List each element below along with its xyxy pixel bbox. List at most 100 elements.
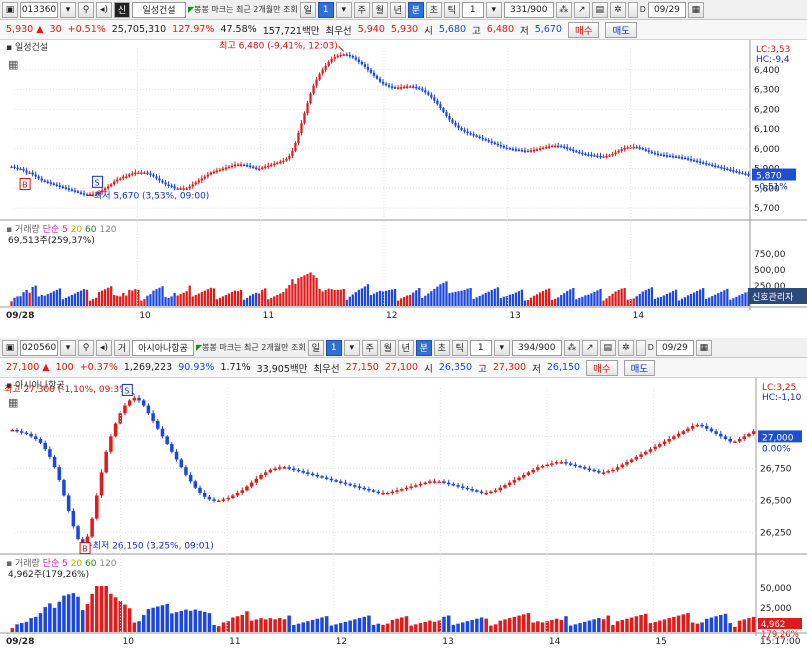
calendar-icon[interactable]: ▦	[695, 339, 712, 356]
calendar-icon[interactable]: ▦	[687, 1, 704, 18]
candle-body	[233, 164, 237, 167]
volume-bar	[19, 296, 22, 306]
period-month-button[interactable]: 월	[379, 339, 396, 356]
period-tick-button[interactable]: 틱	[451, 339, 468, 356]
trade-amount: 33,905백만	[256, 363, 308, 375]
period-dropdown-icon[interactable]: ▾	[343, 339, 360, 356]
price-tick-label: 6,100	[754, 125, 780, 135]
low-annotation: 최저 26,150 (3,25%, 09:01)	[93, 540, 214, 551]
search-icon[interactable]: ⚲	[78, 1, 94, 18]
candle-body	[245, 486, 249, 491]
period-second-button[interactable]: 초	[433, 339, 450, 356]
interval-input[interactable]: 1	[461, 1, 484, 18]
indicator-icon[interactable]: ⁂	[563, 339, 580, 356]
speaker-icon[interactable]: ◂)	[96, 1, 112, 18]
candle-body	[240, 490, 245, 493]
interval-input[interactable]: 1	[469, 339, 492, 356]
period-tick-button[interactable]: 틱	[443, 1, 460, 18]
volume-bar	[215, 299, 219, 306]
stock-code-input[interactable]: 013360	[20, 1, 58, 18]
period-num-input[interactable]: 1	[317, 1, 334, 18]
volume-bar	[454, 291, 457, 306]
save-icon[interactable]: ▤	[591, 1, 608, 18]
candle-body	[339, 54, 342, 57]
period-month-button[interactable]: 월	[371, 1, 388, 18]
volume-bar	[134, 289, 137, 306]
volume-bar	[179, 610, 184, 632]
volume-bar	[156, 606, 160, 632]
period-day-button[interactable]: 일	[299, 1, 316, 18]
stock-code-input[interactable]: 020560	[20, 339, 58, 356]
period-minute-button[interactable]: 분	[407, 1, 424, 18]
chart-area-1[interactable]: ▪ 일성건설 ▦ 6,4006,3006,2006,1006,0005,9005…	[0, 40, 807, 322]
period-week-button[interactable]: 주	[353, 1, 370, 18]
trade-amount: 157,721백만	[262, 25, 320, 37]
candle-body	[719, 433, 723, 437]
date-input[interactable]: 09/29	[647, 1, 686, 18]
volume-bar	[176, 295, 179, 306]
candle-body	[564, 462, 568, 464]
candle-body	[209, 172, 212, 175]
candle-body	[702, 162, 705, 164]
search-icon[interactable]: ⚲	[78, 339, 94, 356]
code-dropdown-icon[interactable]: ▾	[60, 339, 76, 356]
volume-bar	[206, 289, 209, 306]
code-dropdown-icon[interactable]: ▾	[60, 1, 76, 18]
indicator-icon[interactable]: ⁂	[555, 1, 572, 18]
period-second-button[interactable]: 초	[425, 1, 442, 18]
trend-icon[interactable]: ↗	[581, 339, 598, 356]
checkbox-icon[interactable]	[627, 1, 638, 18]
period-year-button[interactable]: 년	[397, 339, 414, 356]
candle-body	[432, 481, 437, 483]
calendar-small-icon[interactable]: ▦	[8, 396, 18, 409]
sell-button[interactable]: 매도	[605, 21, 637, 38]
notice-label: 봉봉 마크는 최근 2개월만 조회	[194, 5, 298, 14]
candle-body	[662, 441, 667, 445]
candle-body	[472, 134, 475, 136]
volume-bar	[690, 622, 695, 632]
candle-body	[212, 171, 216, 174]
volume-bar	[240, 614, 245, 632]
volume-bar	[76, 596, 80, 632]
chart-area-2[interactable]: ▪ 아시아나항공 ▦ 27,00026,75026,50026,250LC:3,…	[0, 378, 807, 650]
speaker-icon[interactable]: ◂)	[96, 339, 112, 356]
period-year-button[interactable]: 년	[389, 1, 406, 18]
candle-body	[475, 490, 479, 492]
volume-bar	[327, 288, 330, 306]
volume-bar	[242, 299, 246, 306]
volume-bar	[46, 294, 49, 306]
candle-body	[456, 485, 460, 487]
period-num-input[interactable]: 1	[325, 339, 342, 356]
volume-bar	[85, 289, 89, 306]
count-input[interactable]: 331/900	[503, 1, 554, 18]
period-day-button[interactable]: 일	[307, 339, 324, 356]
gear-icon[interactable]: ✲	[617, 339, 634, 356]
window-icon[interactable]: ▣	[2, 339, 18, 356]
interval-dropdown-icon[interactable]: ▾	[485, 1, 502, 18]
checkbox-icon[interactable]	[635, 339, 646, 356]
buy-button[interactable]: 매수	[586, 359, 618, 376]
volume-bar	[634, 616, 639, 632]
candle-body	[143, 172, 146, 175]
sell-button[interactable]: 매도	[623, 359, 656, 376]
trend-icon[interactable]: ↗	[573, 1, 590, 18]
buy-button[interactable]: 매수	[567, 21, 600, 38]
volume-bar	[460, 290, 463, 306]
period-week-button[interactable]: 주	[361, 339, 378, 356]
gear-icon[interactable]: ✲	[609, 1, 626, 18]
volume-bar	[306, 273, 309, 306]
interval-dropdown-icon[interactable]: ▾	[493, 339, 510, 356]
period-dropdown-icon[interactable]: ▾	[335, 1, 352, 18]
volume-bar	[158, 287, 161, 306]
period-minute-button[interactable]: 분	[415, 339, 432, 356]
save-icon[interactable]: ▤	[599, 339, 616, 356]
price-change: 30	[49, 24, 62, 35]
volume-bar	[412, 292, 415, 306]
window-icon[interactable]: ▣	[2, 1, 18, 18]
count-input[interactable]: 394/900	[511, 339, 562, 356]
calendar-small-icon[interactable]: ▦	[8, 58, 18, 71]
candle-body	[632, 146, 635, 149]
volume-bar	[137, 621, 141, 632]
date-input[interactable]: 09/29	[655, 339, 694, 356]
price-tick-label: 26,750	[760, 465, 792, 475]
